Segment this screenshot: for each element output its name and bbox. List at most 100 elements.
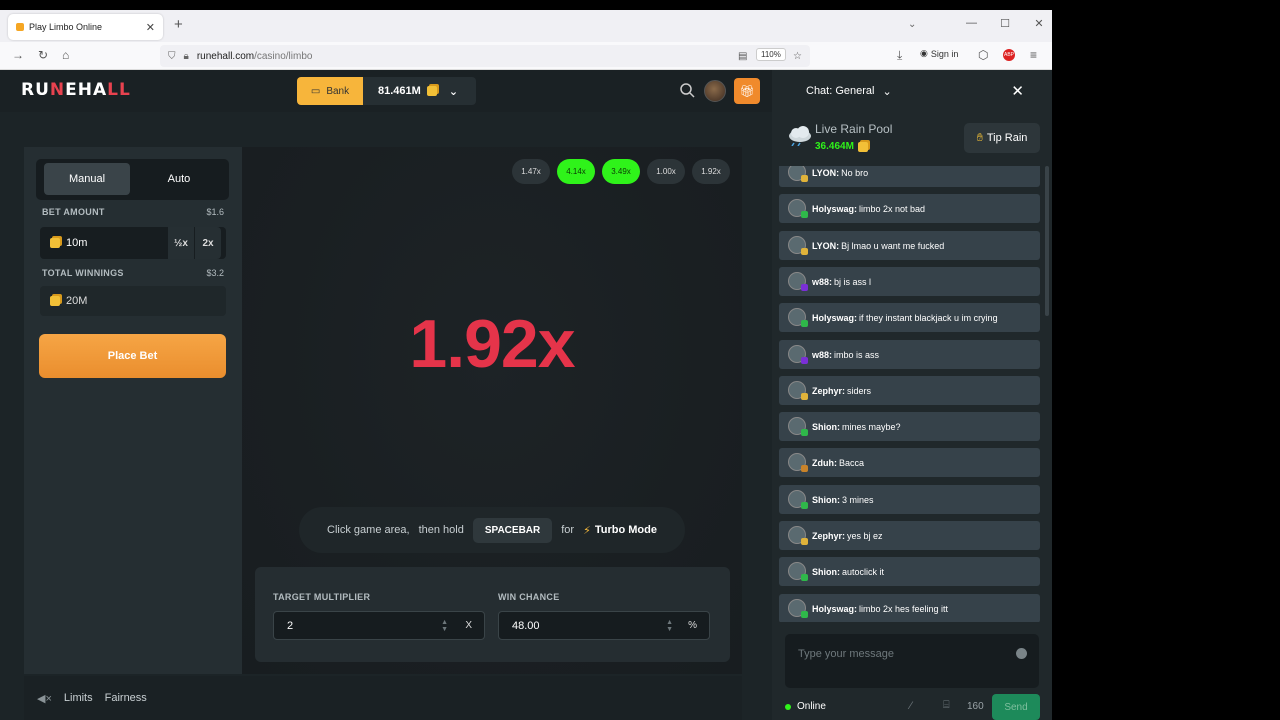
chat-username[interactable]: LYON: — [812, 168, 839, 178]
commands-icon[interactable]: ⌸ — [943, 699, 950, 712]
auto-mode-button[interactable]: Auto — [136, 163, 222, 195]
emoji-icon[interactable] — [1016, 648, 1027, 659]
search-icon[interactable] — [679, 82, 695, 98]
chat-avatar[interactable] — [788, 166, 808, 182]
chat-username[interactable]: Shion: — [812, 422, 840, 432]
place-bet-button[interactable]: Place Bet — [39, 334, 226, 378]
chat-avatar[interactable] — [788, 490, 808, 509]
nav-bar: → ↻ ⌂ ⛉ 🔒︎ runehall.com/casino/limbo ▤ 1… — [0, 42, 1052, 70]
chat-username[interactable]: Holyswag: — [812, 313, 857, 323]
new-tab-icon[interactable]: + — [174, 16, 183, 33]
list-tabs-icon[interactable]: ⌄ — [908, 19, 916, 30]
total-winnings-label: TOTAL WINNINGS — [42, 268, 124, 278]
chat-placeholder: Type your message — [798, 648, 894, 660]
bank-button[interactable]: ▭ Bank — [297, 77, 363, 105]
chat-username[interactable]: LYON: — [812, 241, 839, 251]
chat-avatar[interactable] — [788, 308, 808, 327]
adblock-icon[interactable]: ABP — [1003, 49, 1015, 61]
bet-amount-input[interactable]: 10m ½x 2x — [40, 227, 226, 259]
game-area[interactable]: 1.47x 4.14x 3.49x 1.00x 1.92x 1.92x Click ga… — [242, 147, 742, 674]
chat-avatar[interactable] — [788, 417, 808, 436]
minimize-icon[interactable]: — — [966, 17, 977, 30]
rain-pool-label: Live Rain Pool — [815, 122, 893, 136]
chat-message-input[interactable]: Type your message — [785, 634, 1039, 688]
rain-cloud-icon — [789, 126, 811, 146]
fairness-link[interactable]: Fairness — [105, 692, 147, 704]
history-pill[interactable]: 4.14x — [557, 159, 595, 184]
browser-tab[interactable]: Play Limbo Online ✕ — [8, 14, 163, 40]
chat-avatar[interactable] — [788, 562, 808, 581]
bookmark-star-icon[interactable]: ☆ — [793, 51, 802, 62]
home-icon[interactable]: ⌂ — [62, 48, 69, 62]
history-pill[interactable]: 1.47x — [512, 159, 550, 184]
chat-username[interactable]: Shion: — [812, 567, 840, 577]
chat-username[interactable]: Holyswag: — [812, 604, 857, 614]
chat-message: Holyswag: if they instant blackjack u im … — [779, 303, 1040, 332]
win-chance-input[interactable]: 48.00 ▲ ▼ % — [498, 611, 710, 640]
menu-icon[interactable]: ≡ — [1030, 48, 1037, 62]
maximize-icon[interactable]: ☐ — [1000, 17, 1010, 30]
balance-display[interactable]: 81.461M ⌄ — [363, 77, 476, 105]
manual-mode-button[interactable]: Manual — [44, 163, 130, 195]
chat-avatar[interactable] — [788, 453, 808, 472]
tip-hand-icon: ✋︎ — [976, 131, 983, 144]
tab-title: Play Limbo Online — [29, 22, 103, 32]
chat-message: w88: bj is ass l — [779, 267, 1040, 296]
tab-bar: Play Limbo Online ✕ + ⌄ — ☐ ✕ — [0, 10, 1052, 42]
chat-text: Bj lmao u want me fucked — [841, 240, 945, 251]
game-controls: TARGET MULTIPLIER 2 ▲ ▼ X WIN CHANCE 48.0… — [255, 567, 730, 662]
history-pill[interactable]: 1.92x — [692, 159, 730, 184]
chat-text: imbo is ass — [834, 349, 880, 360]
chat-avatar[interactable] — [788, 599, 808, 618]
chat-username[interactable]: Zephyr: — [812, 531, 845, 541]
gold-coin-icon — [857, 141, 868, 152]
runehall-logo[interactable]: RUNEHALL — [21, 80, 131, 100]
history-pill[interactable]: 3.49x — [602, 159, 640, 184]
chat-text: limbo 2x not bad — [859, 203, 926, 214]
extensions-icon[interactable]: ⬡ — [978, 48, 988, 62]
tip-rain-button[interactable]: ✋︎ Tip Rain — [964, 123, 1040, 153]
close-tab-icon[interactable]: ✕ — [146, 21, 155, 34]
sign-in-button[interactable]: ◉ Sign in — [920, 48, 958, 59]
chat-text: Bacca — [839, 457, 865, 468]
downloads-icon[interactable]: ⤓ — [897, 48, 902, 63]
chat-message: Holyswag: limbo 2x hes feeling itt — [779, 594, 1040, 622]
chat-avatar[interactable] — [788, 272, 808, 291]
rules-icon[interactable]: ⁄ — [910, 700, 912, 712]
chat-username[interactable]: w88: — [812, 350, 832, 360]
chance-stepper-icon[interactable]: ▲ ▼ — [666, 619, 673, 633]
rain-amount-value: 36.464M — [815, 141, 854, 152]
double-bet-button[interactable]: 2x — [195, 227, 221, 259]
chat-avatar[interactable] — [788, 526, 808, 545]
chat-username[interactable]: Holyswag: — [812, 204, 857, 214]
chat-avatar[interactable] — [788, 236, 808, 255]
history-pill[interactable]: 1.00x — [647, 159, 685, 184]
chat-username[interactable]: Shion: — [812, 495, 840, 505]
chat-avatar[interactable] — [788, 381, 808, 400]
url-bar[interactable]: ⛉ 🔒︎ runehall.com/casino/limbo ▤ 110% ☆ — [160, 45, 810, 67]
chat-scrollbar[interactable] — [1045, 166, 1049, 316]
zoom-level[interactable]: 110% — [756, 48, 786, 61]
target-multiplier-input[interactable]: 2 ▲ ▼ X — [273, 611, 485, 640]
half-bet-button[interactable]: ½x — [168, 227, 194, 259]
gift-icon[interactable]: 🎁︎ — [734, 78, 760, 104]
reload-icon[interactable]: ↻ — [38, 48, 48, 62]
chat-avatar[interactable] — [788, 345, 808, 364]
chat-username[interactable]: Zduh: — [812, 458, 837, 468]
reader-view-icon[interactable]: ▤ — [738, 51, 747, 62]
limits-link[interactable]: Limits — [64, 692, 93, 704]
chat-username[interactable]: Zephyr: — [812, 386, 845, 396]
chat-username[interactable]: w88: — [812, 277, 832, 287]
chat-avatar[interactable] — [788, 199, 808, 218]
chat-header[interactable]: Chat: General ⌄ — [772, 70, 1052, 112]
user-avatar[interactable] — [704, 80, 726, 102]
target-stepper-icon[interactable]: ▲ ▼ — [441, 619, 448, 633]
sound-mute-icon[interactable]: ◀× — [37, 692, 52, 705]
rain-pool: Live Rain Pool 36.464M ✋︎ Tip Rain — [772, 120, 1052, 164]
forward-icon[interactable]: → — [12, 48, 24, 62]
chat-messages: LYON: No bro Holyswag: limbo 2x not bad LYON… — [779, 166, 1041, 622]
chat-message: Shion: mines maybe? — [779, 412, 1040, 441]
window-close-icon[interactable]: ✕ — [1034, 17, 1044, 30]
close-chat-icon[interactable]: ✕ — [1011, 82, 1024, 100]
send-button[interactable]: Send — [992, 694, 1040, 720]
